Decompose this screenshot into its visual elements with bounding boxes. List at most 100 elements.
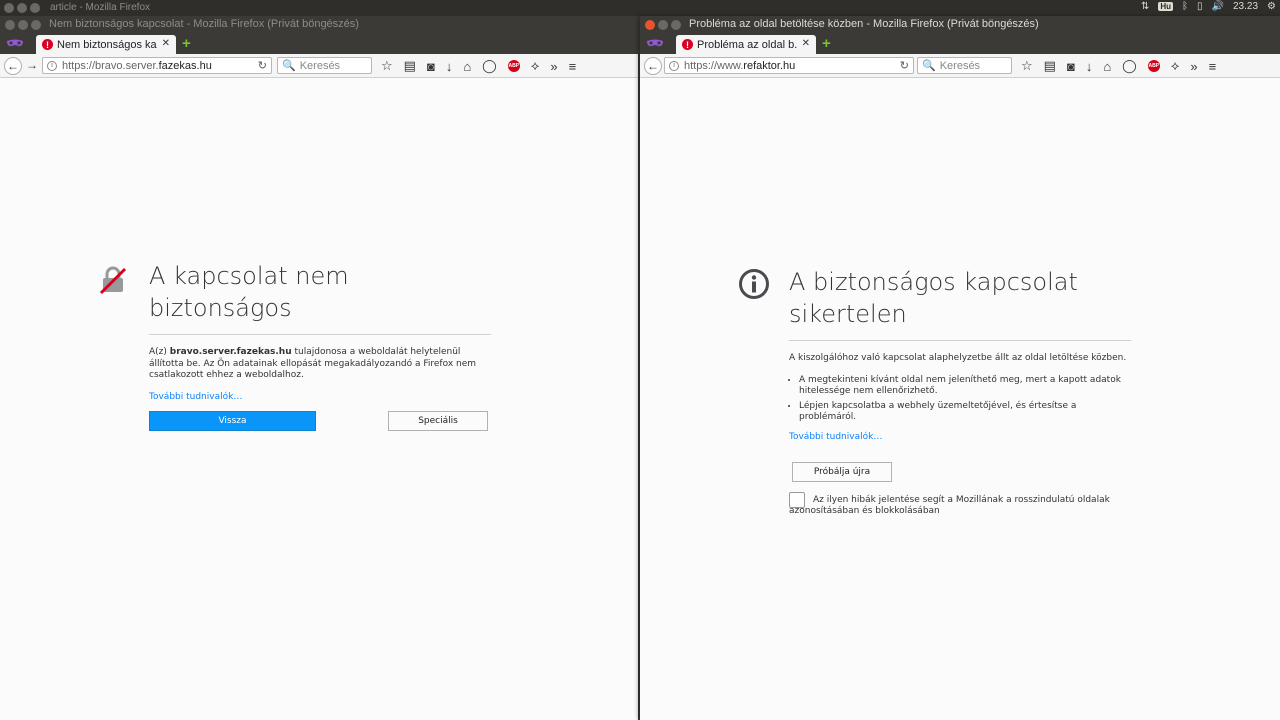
overflow-chevron-icon[interactable]: »	[550, 59, 557, 74]
search-icon: 🔍	[282, 60, 296, 72]
report-label: Az ilyen hibák jelentése segít a Mozillá…	[789, 494, 1110, 517]
bg-window-title: article - Mozilla Firefox	[50, 2, 151, 13]
tab-close-icon[interactable]: ✕	[802, 38, 810, 49]
close-icon[interactable]	[645, 20, 655, 30]
url-bar[interactable]: i https://www. refaktor.hu ↻	[664, 57, 914, 74]
private-browsing-icon	[7, 39, 23, 47]
window-titlebar[interactable]: Probléma az oldal betöltése közben - Moz…	[640, 16, 1280, 34]
security-error-panel: A kapcsolat nem biztonságos A(z) bravo.s…	[149, 260, 491, 433]
tab-close-icon[interactable]: ✕	[162, 38, 170, 49]
learn-more-link[interactable]: További tudnivalók…	[149, 392, 491, 402]
minimize-icon[interactable]	[658, 20, 668, 30]
download-icon[interactable]: ↓	[1086, 59, 1093, 74]
bookmark-star-icon[interactable]: ☆	[1021, 58, 1033, 74]
warning-icon: !	[42, 39, 53, 50]
extension-icon[interactable]: ⟡	[531, 58, 540, 74]
warning-icon: !	[682, 39, 693, 50]
bg-window-buttons	[4, 3, 40, 13]
pocket-icon[interactable]: ◙	[427, 59, 435, 74]
learn-more-link[interactable]: További tudnivalók…	[789, 432, 1131, 442]
bookmark-star-icon[interactable]: ☆	[381, 58, 393, 74]
back-button[interactable]: Vissza	[149, 410, 316, 431]
info-icon[interactable]: i	[669, 60, 679, 71]
toolbar-icons: ☆ ▤ ◙ ↓ ⌂ ◯ ABP ⟡ » ≡	[1021, 58, 1216, 74]
minimize-icon[interactable]	[18, 20, 28, 30]
search-placeholder: Keresés	[939, 59, 981, 72]
keyboard-layout-indicator[interactable]: Hu	[1158, 2, 1174, 11]
connection-error-panel: A biztonságos kapcsolat sikertelen A kis…	[789, 266, 1131, 518]
list-item: Lépjen kapcsolatba a webhely üzemeltetőj…	[799, 401, 1131, 424]
battery-icon[interactable]: ▯	[1197, 1, 1203, 12]
tab-label: Nem biztonságos ka...	[57, 38, 157, 51]
reload-icon[interactable]: ↻	[900, 59, 909, 72]
clock[interactable]: 23.23	[1233, 1, 1258, 12]
maximize-icon[interactable]	[671, 20, 681, 30]
error-host: bravo.server.fazekas.hu	[169, 347, 292, 357]
window-title: Probléma az oldal betöltése közben - Moz…	[689, 18, 1039, 30]
reading-list-icon[interactable]: ▤	[1044, 58, 1056, 74]
network-icon[interactable]: ⇅	[1141, 1, 1149, 12]
search-input[interactable]: 🔍 Keresés	[917, 57, 1012, 74]
back-arrow-icon[interactable]: ←	[644, 57, 662, 75]
menu-icon[interactable]: ≡	[1209, 59, 1217, 74]
reading-list-icon[interactable]: ▤	[404, 58, 416, 74]
search-icon: 🔍	[922, 60, 936, 72]
reload-icon[interactable]: ↻	[258, 59, 267, 72]
new-tab-plus-icon[interactable]: +	[182, 36, 191, 51]
page-content: A biztonságos kapcsolat sikertelen A kis…	[640, 78, 1280, 720]
back-arrow-icon[interactable]: ←	[4, 57, 22, 75]
bluetooth-icon[interactable]: ᛒ	[1182, 1, 1188, 12]
list-item: A megtekinteni kívánt oldal nem jeleníth…	[799, 375, 1131, 398]
window-titlebar[interactable]: Nem biztonságos kapcsolat - Mozilla Fire…	[0, 16, 638, 34]
home-icon[interactable]: ⌂	[463, 59, 471, 74]
url-host: fazekas.hu	[158, 59, 212, 72]
tab-active[interactable]: ! Probléma az oldal b... ✕	[676, 35, 816, 54]
maximize-icon[interactable]	[30, 3, 40, 13]
info-circle-icon	[739, 269, 769, 299]
gear-icon[interactable]: ⚙	[1267, 1, 1276, 12]
chat-icon[interactable]: ◯	[1122, 58, 1137, 74]
left-browser-window: Nem biztonságos kapcsolat - Mozilla Fire…	[0, 16, 638, 720]
chat-icon[interactable]: ◯	[482, 58, 497, 74]
close-icon[interactable]	[4, 3, 14, 13]
tab-active[interactable]: ! Nem biztonságos ka... ✕	[36, 35, 176, 54]
window-title: Nem biztonságos kapcsolat - Mozilla Fire…	[49, 18, 359, 30]
error-title: A kapcsolat nem biztonságos	[149, 262, 349, 322]
url-prefix: https://www.	[684, 59, 744, 72]
right-browser-window: Probléma az oldal betöltése közben - Moz…	[640, 16, 1280, 720]
advanced-button[interactable]: Speciális	[388, 410, 488, 431]
minimize-icon[interactable]	[17, 3, 27, 13]
download-icon[interactable]: ↓	[446, 59, 453, 74]
nav-bar: ← i https://www. refaktor.hu ↻ 🔍 Keresés …	[640, 54, 1280, 78]
forward-arrow-icon[interactable]: →	[26, 58, 38, 72]
new-tab-plus-icon[interactable]: +	[822, 36, 831, 51]
top-panel: article - Mozilla Firefox ⇅ Hu ᛒ ▯ 🔊 23.…	[0, 0, 1280, 16]
info-icon[interactable]: i	[47, 60, 57, 71]
adblock-icon[interactable]: ABP	[507, 60, 520, 72]
page-content: A kapcsolat nem biztonságos A(z) bravo.s…	[0, 78, 638, 720]
overflow-chevron-icon[interactable]: »	[1190, 59, 1197, 74]
close-icon[interactable]	[5, 20, 15, 30]
divider	[789, 340, 1131, 341]
search-placeholder: Keresés	[299, 59, 341, 72]
toolbar-icons: ☆ ▤ ◙ ↓ ⌂ ◯ ABP ⟡ » ≡	[381, 58, 576, 74]
home-icon[interactable]: ⌂	[1103, 59, 1111, 74]
tab-label: Probléma az oldal b...	[697, 38, 797, 51]
menu-icon[interactable]: ≡	[569, 59, 577, 74]
error-description: A(z) bravo.server.fazekas.hu tulajdonosa…	[149, 347, 477, 380]
broken-lock-icon	[99, 266, 127, 295]
retry-button[interactable]: Próbálja újra	[792, 461, 892, 482]
pocket-icon[interactable]: ◙	[1067, 59, 1075, 74]
url-host: refaktor.hu	[743, 59, 796, 72]
search-input[interactable]: 🔍 Keresés	[277, 57, 372, 74]
extension-icon[interactable]: ⟡	[1171, 58, 1180, 74]
nav-bar: ← → i https://bravo.server. fazekas.hu ↻ …	[0, 54, 638, 78]
url-bar[interactable]: i https://bravo.server. fazekas.hu ↻	[42, 57, 272, 74]
maximize-icon[interactable]	[31, 20, 41, 30]
error-title: A biztonságos kapcsolat sikertelen	[789, 268, 1078, 328]
volume-icon[interactable]: 🔊	[1212, 1, 1224, 12]
adblock-icon[interactable]: ABP	[1147, 60, 1160, 72]
system-tray: ⇅ Hu ᛒ ▯ 🔊 23.23 ⚙	[1141, 1, 1276, 12]
url-prefix: https://bravo.server.	[62, 59, 159, 72]
tab-bar: ! Probléma az oldal b... ✕ +	[640, 34, 1280, 54]
